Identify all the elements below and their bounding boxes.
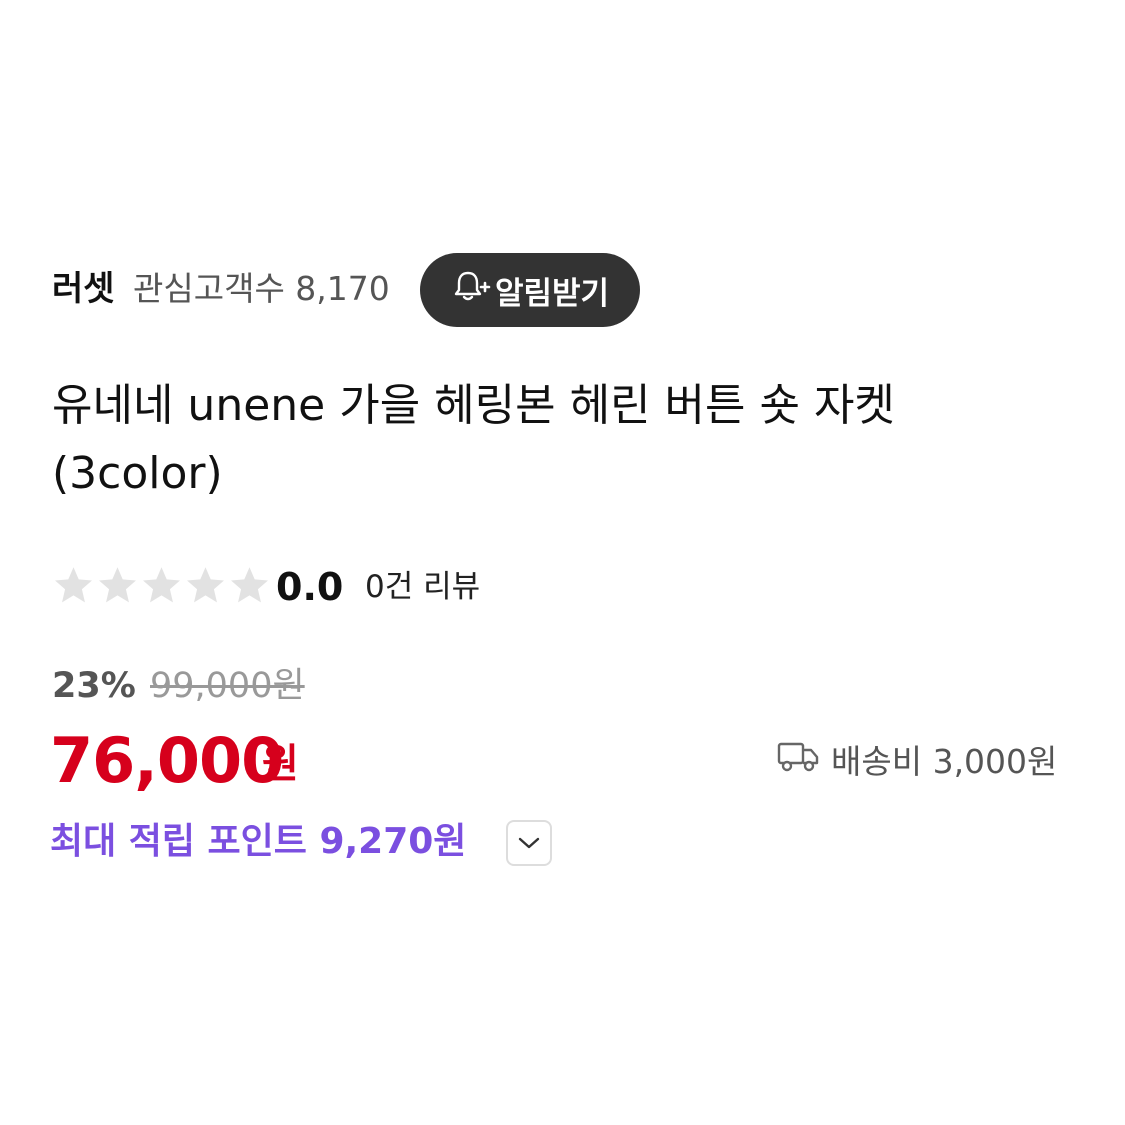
star-icon bbox=[55, 567, 92, 603]
star-icon bbox=[99, 567, 136, 603]
discount-rate: 23% bbox=[52, 666, 136, 706]
review-count-link[interactable]: 0건 리뷰 bbox=[365, 564, 480, 610]
sale-price: 76,000 bbox=[50, 724, 284, 797]
star-icon bbox=[143, 567, 180, 603]
alarm-subscribe-button[interactable]: 알림받기 bbox=[420, 253, 640, 327]
rating-stars bbox=[52, 564, 271, 607]
original-price: 99,000원 bbox=[150, 666, 305, 706]
shipping-fee: 배송비 3,000원 bbox=[777, 738, 1057, 786]
sale-price-currency: 원 bbox=[262, 741, 299, 787]
shipping-fee-text: 배송비 3,000원 bbox=[831, 742, 1058, 781]
chevron-down-icon bbox=[518, 837, 540, 849]
follower-count: 관심고객수 8,170 bbox=[133, 269, 390, 308]
rating-score: 0.0 bbox=[276, 565, 344, 609]
points-expand-button[interactable] bbox=[506, 820, 552, 866]
product-title: 유네네 unene 가을 헤링본 헤린 버튼 숏 자켓 (3color) bbox=[52, 380, 895, 499]
seller-name[interactable]: 러셋 bbox=[52, 266, 115, 312]
alarm-button-label: 알림받기 bbox=[494, 275, 610, 312]
truck-icon bbox=[777, 738, 831, 786]
bell-plus-icon bbox=[451, 267, 495, 313]
max-points: 최대 적립 포인트 9,270원 bbox=[50, 821, 467, 862]
star-icon bbox=[231, 567, 268, 603]
star-icon bbox=[187, 567, 224, 603]
